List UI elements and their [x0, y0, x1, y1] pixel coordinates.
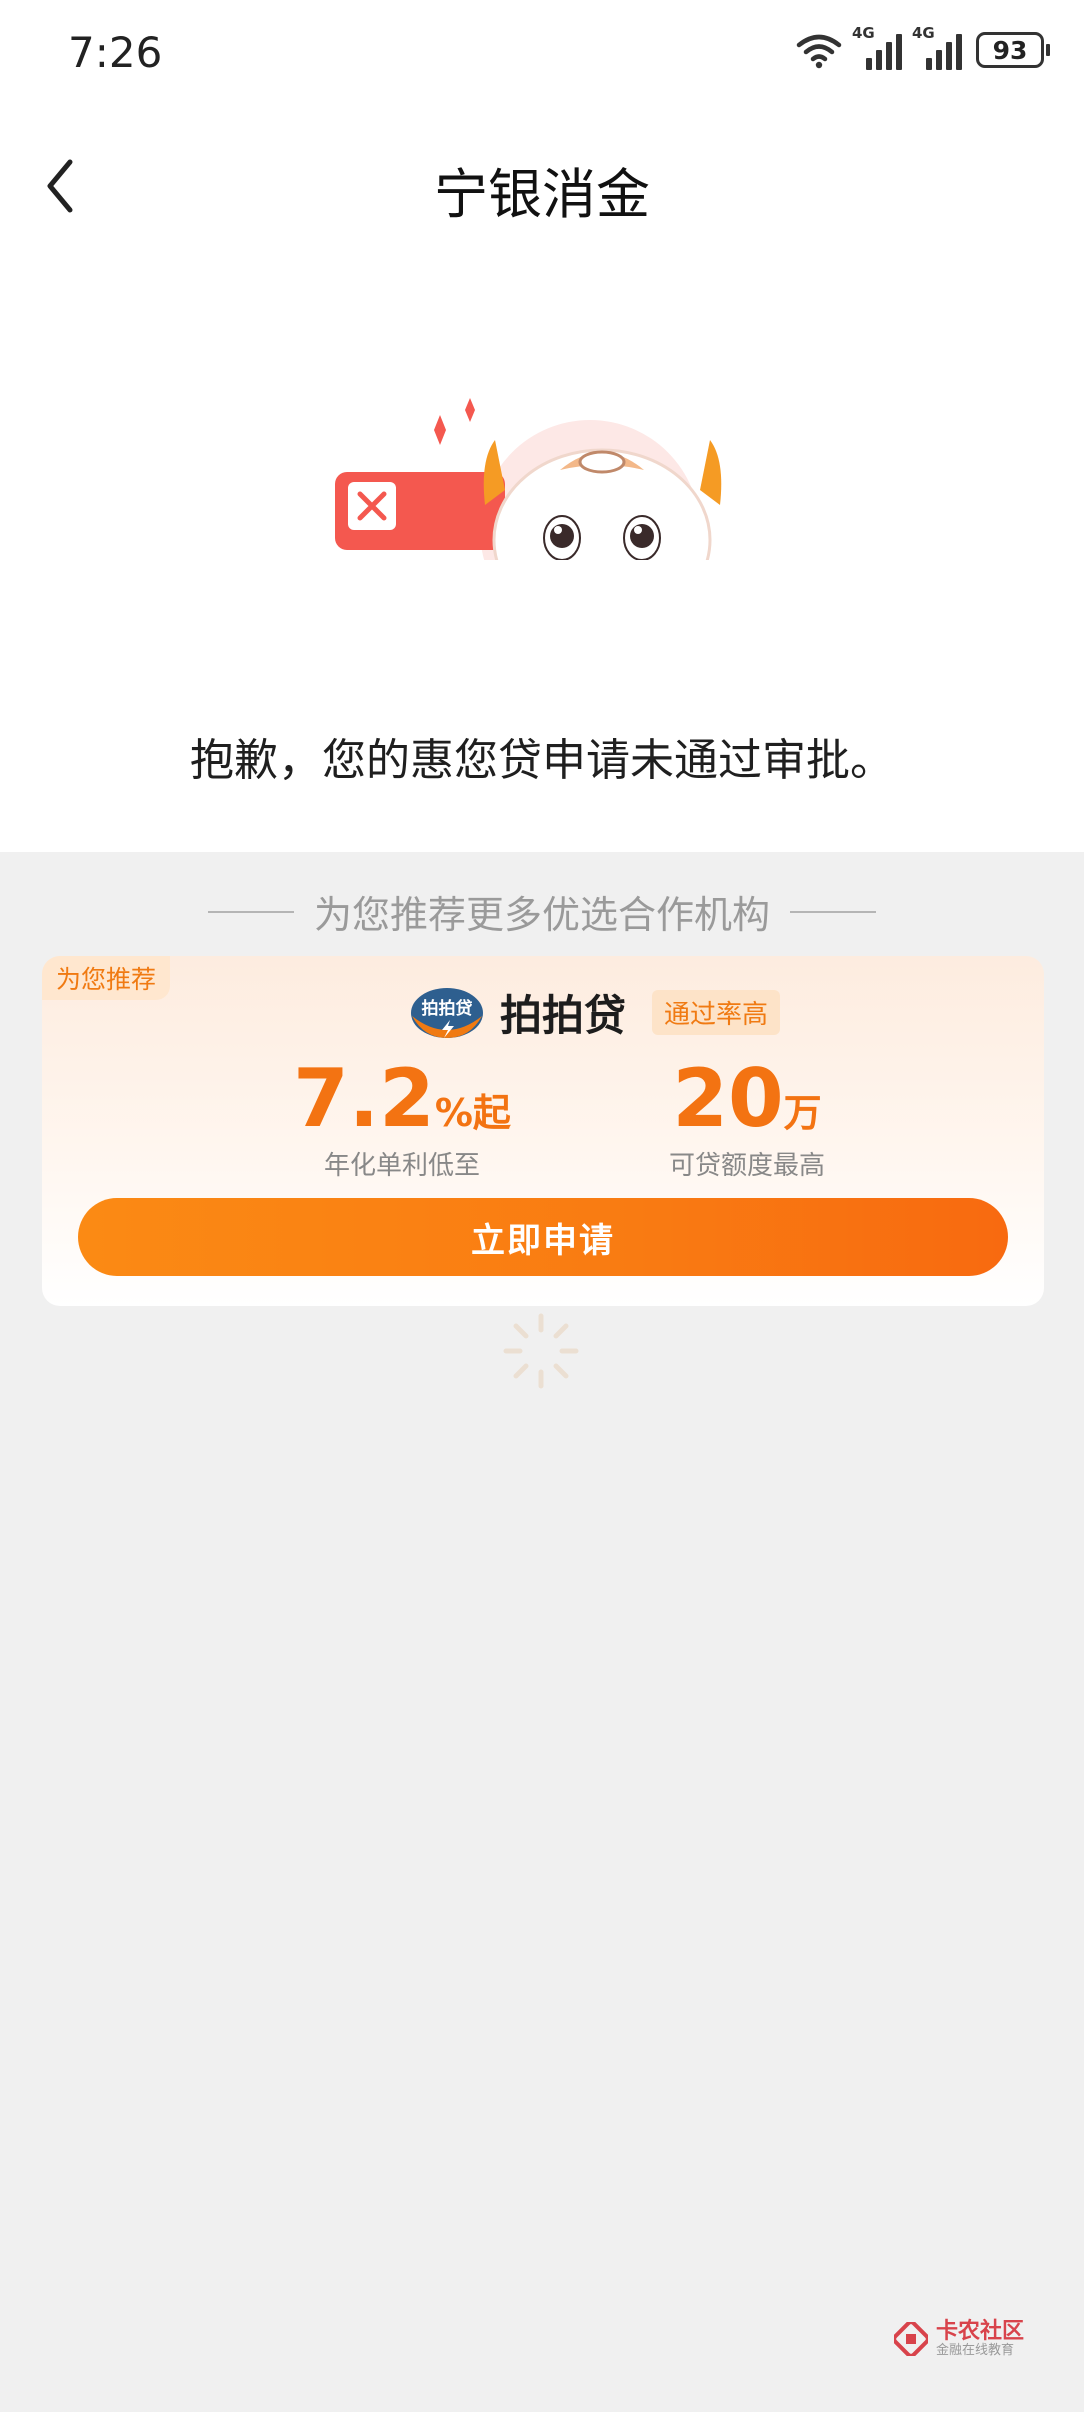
status-time: 7:26 [68, 28, 163, 77]
watermark: 卡农社区 金融在线教育 [893, 2319, 1024, 2359]
cellular-signal-icon-2: 4G [912, 24, 962, 70]
divider-right [790, 910, 876, 913]
status-icons: 4G 4G 93 [796, 24, 1050, 70]
page-title: 宁银消金 [434, 163, 650, 226]
loan-offer-card[interactable]: 为您推荐 拍拍贷 拍拍贷 通过率高 7.2%起 年化单利低至 20万 可贷额度最… [42, 956, 1044, 1306]
watermark-subtitle: 金融在线教育 [935, 2343, 1014, 2359]
apply-now-button[interactable]: 立即申请 [78, 1198, 1008, 1276]
brand-name: 拍拍贷 [500, 991, 627, 1040]
cellular-signal-icon: 4G [852, 24, 902, 70]
amount-metric: 20万 可贷额度最高 [602, 1052, 892, 1182]
divider-left [207, 910, 294, 913]
battery-icon: 93 [976, 32, 1050, 68]
amount-label: 可贷额度最高 [668, 1151, 825, 1181]
amount-unit: 万 [783, 1091, 822, 1135]
rejection-message: 抱歉，您的惠您贷申请未通过审批。 [190, 735, 894, 786]
rate-metric: 7.2%起 年化单利低至 [242, 1052, 562, 1182]
rate-value: 7.2 [293, 1052, 435, 1145]
ppdai-logo-icon: 拍拍贷 [411, 987, 483, 1038]
page-header-area: 7:26 4G 4G 93 宁银消金 抱歉，您的惠您贷申请未通过审批。 [0, 0, 1084, 852]
rate-unit: %起 [434, 1091, 511, 1135]
loading-spinner-icon [503, 1313, 579, 1389]
recommendation-heading: 为您推荐更多优选合作机构 [0, 884, 1084, 939]
amount-value: 20 [672, 1052, 784, 1145]
wifi-icon [796, 34, 842, 69]
recommend-tag: 为您推荐 [42, 956, 171, 1000]
kanong-logo-icon [893, 2322, 928, 2357]
rate-label: 年化单利低至 [323, 1151, 480, 1181]
brand-row: 拍拍贷 拍拍贷 通过率高 [410, 982, 781, 1043]
svg-text:拍拍贷: 拍拍贷 [422, 998, 473, 1019]
recommendation-heading-text: 为您推荐更多优选合作机构 [313, 893, 770, 937]
mascot-rejected-illustration [335, 398, 722, 560]
watermark-title: 卡农社区 [935, 2319, 1024, 2344]
approval-badge: 通过率高 [652, 990, 781, 1035]
